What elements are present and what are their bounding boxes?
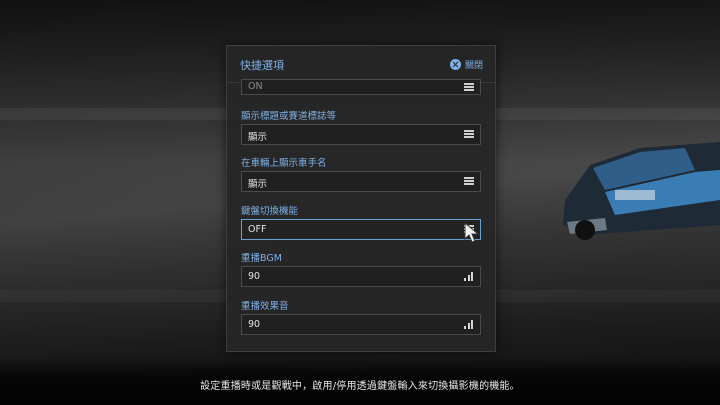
panel-title: 快捷選項 bbox=[240, 59, 284, 72]
option-field-scrolled[interactable]: ON bbox=[241, 79, 481, 95]
close-label: 關閉 bbox=[464, 60, 483, 71]
close-button[interactable]: 關閉 bbox=[449, 57, 483, 71]
option-field-driver-name[interactable]: 顯示 bbox=[241, 171, 481, 192]
option-value: ON bbox=[248, 81, 263, 92]
panel-header: 快捷選項 關閉 bbox=[227, 46, 495, 83]
bars-icon bbox=[464, 272, 474, 281]
option-value: 90 bbox=[248, 319, 261, 330]
option-value: 顯示 bbox=[248, 132, 268, 143]
option-field-replay-bgm[interactable]: 90 bbox=[241, 266, 481, 287]
option-label-keyboard-switch: 鍵盤切換機能 bbox=[241, 206, 299, 217]
close-icon bbox=[449, 58, 461, 70]
option-label-driver-name: 在車輛上顯示車手名 bbox=[241, 158, 327, 169]
option-label-show-title: 顯示標題或賽道標誌等 bbox=[241, 111, 337, 122]
list-icon bbox=[464, 130, 474, 138]
quick-options-panel: 快捷選項 關閉 ON 顯示標題或賽道標誌等 顯示 在車輛上顯示車手名 顯示 鍵盤… bbox=[226, 45, 496, 352]
bars-icon bbox=[464, 320, 474, 329]
mouse-cursor-icon bbox=[464, 222, 480, 243]
list-icon bbox=[464, 177, 474, 185]
option-field-keyboard-switch[interactable]: OFF bbox=[241, 219, 481, 240]
option-value: 90 bbox=[248, 271, 261, 282]
option-value: 顯示 bbox=[248, 179, 268, 190]
option-value: OFF bbox=[248, 224, 267, 235]
list-icon bbox=[464, 83, 474, 91]
race-car-image bbox=[563, 142, 720, 240]
option-field-replay-sfx[interactable]: 90 bbox=[241, 314, 481, 335]
option-field-show-title[interactable]: 顯示 bbox=[241, 124, 481, 145]
option-label-replay-bgm: 重播BGM bbox=[241, 253, 282, 264]
hint-text: 設定重播時或是觀戰中，啟用/停用透過鍵盤輸入來切換攝影機的機能。 bbox=[200, 381, 520, 392]
option-label-replay-sfx: 重播效果音 bbox=[241, 301, 289, 312]
